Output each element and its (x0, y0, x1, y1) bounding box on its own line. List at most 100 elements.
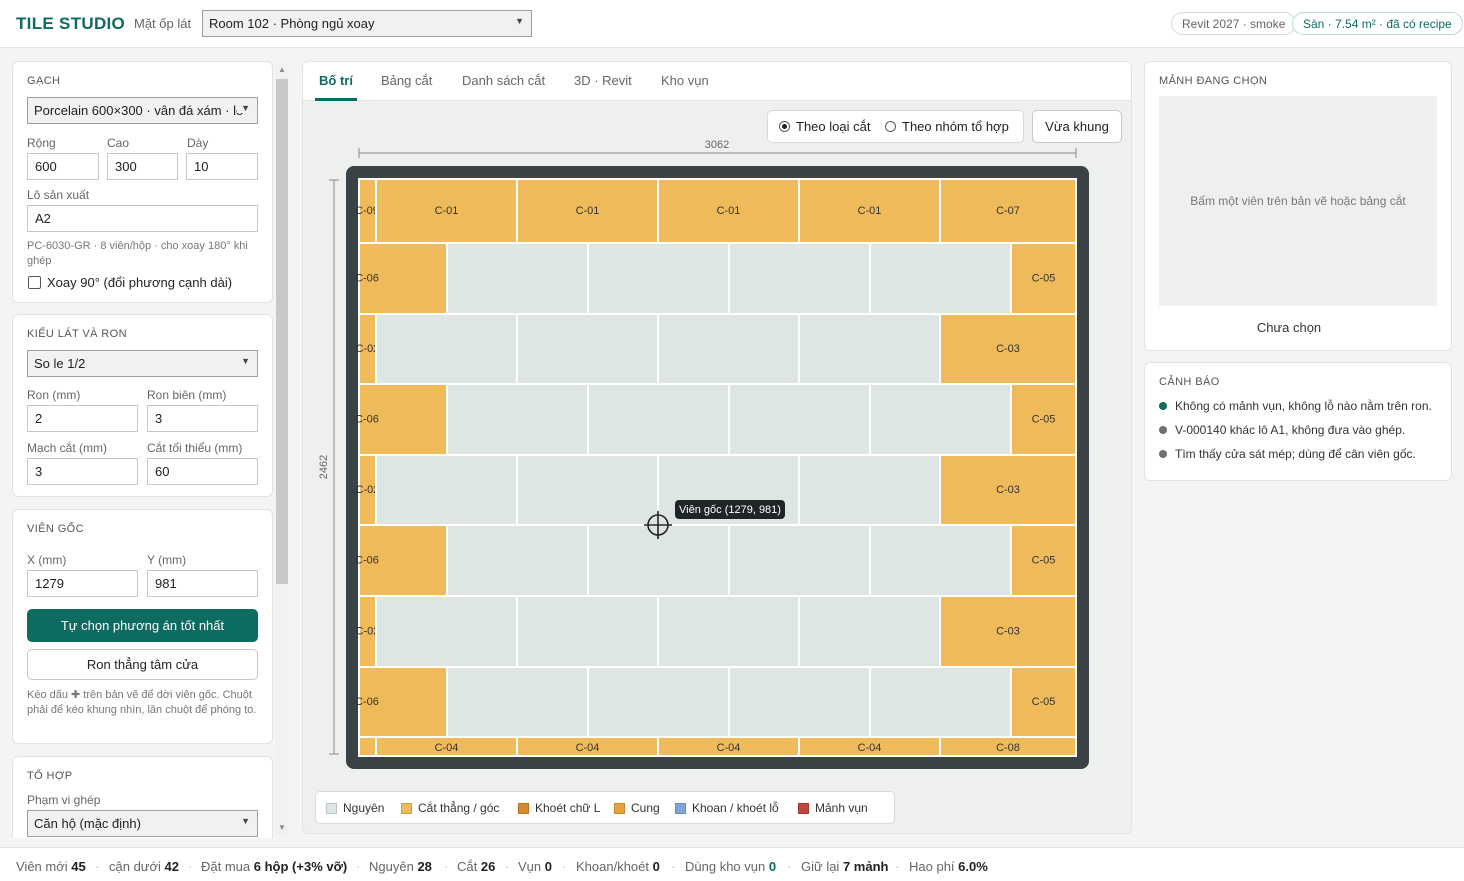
stat-keep: Giữ lại 7 mảnh (801, 859, 889, 874)
lot-input[interactable]: A2 (27, 205, 258, 232)
warning-item: Tìm thấy cửa sát mép; dùng để cân viên g… (1159, 447, 1416, 461)
thick-label: Dày (187, 136, 209, 150)
legend-swatch-full (326, 803, 337, 814)
kerf-input[interactable]: 3 (27, 458, 138, 485)
section-title: VIÊN GỐC (27, 523, 84, 535)
width-label: Rộng (27, 136, 56, 150)
surface-label: Mặt ốp lát (134, 16, 192, 31)
legend-label-scrap: Mảnh vụn (815, 801, 868, 815)
full-tile[interactable] (657, 595, 800, 668)
full-tile[interactable] (375, 454, 518, 526)
full-tile[interactable] (587, 666, 730, 738)
full-tile[interactable] (375, 313, 518, 385)
tile-label: C-03 (996, 484, 1020, 496)
tile-note: PC-6030-GR · 8 viên/hộp · cho xoay 180° … (27, 240, 248, 267)
rotate-checkbox[interactable] (28, 276, 41, 289)
full-tile[interactable] (869, 242, 1012, 315)
pattern-select[interactable]: So le 1/2 ▼ (27, 350, 258, 377)
tile-label: C-01 (435, 205, 459, 217)
cut-tile[interactable] (358, 736, 377, 757)
full-tile[interactable] (516, 595, 659, 668)
tile-label: C-05 (1032, 272, 1056, 284)
legend-swatch-arc (614, 803, 625, 814)
origin-y-input[interactable]: 981 (147, 570, 258, 597)
legend-label-l-cut: Khoét chữ L (535, 801, 601, 815)
status-dot-icon (1159, 426, 1167, 434)
tile-label: C-04 (858, 742, 882, 754)
warning-item: Không có mảnh vụn, không lỗ nào nằm trên… (1159, 399, 1432, 413)
scope-select[interactable]: Căn hộ (mặc định) ▼ (27, 810, 258, 837)
full-tile[interactable] (446, 524, 589, 597)
selected-piece-value: Chưa chọn (1256, 320, 1322, 335)
legend-swatch-drill (675, 803, 686, 814)
stat-stock: Dùng kho vụn 0 (685, 859, 777, 874)
chevron-down-icon: ▼ (515, 16, 524, 26)
left-panel: GẠCH Porcelain 600×300 · vân đá xám · lô… (0, 49, 290, 838)
scroll-thumb[interactable] (276, 79, 288, 584)
full-tile[interactable] (798, 454, 941, 526)
tile-layer[interactable]: C-09 C-01 C-01 C-01 C-01 C-07C-06 C-05C-02 C-03… (355, 178, 1077, 757)
full-tile[interactable] (446, 242, 589, 315)
full-tile[interactable] (728, 524, 871, 597)
tile-label: C-04 (576, 742, 600, 754)
full-tile[interactable] (728, 383, 871, 456)
origin-x-input[interactable]: 1279 (27, 570, 138, 597)
full-tile[interactable] (869, 666, 1012, 738)
full-tile[interactable] (516, 313, 659, 385)
surface-badge: Sàn · 7.54 m² · đã có recipe (1292, 12, 1463, 35)
height-input[interactable]: 300 (107, 153, 178, 180)
tile-card: GẠCH Porcelain 600×300 · vân đá xám · lô… (12, 61, 273, 303)
chevron-down-icon: ▼ (237, 103, 250, 113)
piece-preview: Bấm một viên trên bản vẽ hoặc bảng cắt (1159, 96, 1437, 306)
door-center-button[interactable]: Ron thẳng tâm cửa (27, 649, 258, 680)
pattern-value: So le 1/2 (34, 356, 86, 371)
full-tile[interactable] (446, 383, 589, 456)
scroll-up-icon[interactable]: ▲ (278, 65, 286, 74)
tile-label: C-06 (355, 554, 379, 566)
tile-label: C-05 (1032, 554, 1056, 566)
tile-product-select[interactable]: Porcelain 600×300 · vân đá xám · lô ▼ (27, 97, 258, 124)
stat-scrap: Vụn 0 (518, 859, 552, 874)
tile-label: C-04 (717, 742, 741, 754)
full-tile[interactable] (516, 454, 659, 526)
tile-label: C-01 (576, 205, 600, 217)
full-tile[interactable] (587, 242, 730, 315)
stat-new-tiles: Viên mới 45 (16, 859, 86, 874)
legend: Nguyên Cắt thẳng / góc Khoét chữ L Cung … (315, 791, 895, 824)
full-tile[interactable] (798, 595, 941, 668)
joint-input[interactable]: 2 (27, 405, 138, 432)
tile-label: C-04 (435, 742, 459, 754)
full-tile[interactable] (657, 313, 800, 385)
tile-product-value: Porcelain 600×300 · vân đá xám · lô (34, 103, 244, 118)
full-tile[interactable] (869, 383, 1012, 456)
full-tile[interactable] (728, 666, 871, 738)
scroll-down-icon[interactable]: ▼ (278, 823, 286, 832)
selected-piece-card: MẢNH ĐANG CHỌN Bấm một viên trên bản vẽ … (1144, 61, 1452, 351)
full-tile[interactable] (446, 666, 589, 738)
legend-swatch-l-cut (518, 803, 529, 814)
legend-label-full: Nguyên (343, 801, 385, 815)
stat-order: Đặt mua 6 hộp (+3% vỡ) (201, 859, 348, 874)
tile-label: C-01 (858, 205, 882, 217)
width-input[interactable]: 600 (27, 153, 99, 180)
edge-joint-input[interactable]: 3 (147, 405, 258, 432)
tile-plan-canvas[interactable]: 3062 2462 C-09 C-01 C-01 C-01 C-01 C-07C-06 C-… (303, 62, 1132, 834)
origin-y-label: Y (mm) (147, 553, 187, 567)
full-tile[interactable] (798, 313, 941, 385)
warning-text: Không có mảnh vụn, không lỗ nào nằm trên… (1175, 399, 1432, 413)
full-tile[interactable] (728, 242, 871, 315)
left-scrollbar[interactable]: ▲ ▼ (275, 63, 289, 835)
edge-joint-label: Ron biên (mm) (147, 388, 227, 402)
room-select[interactable]: Room 102 · Phòng ngủ xoay ▼ (202, 10, 532, 37)
auto-best-button[interactable]: Tự chọn phương án tốt nhất (27, 609, 258, 642)
legend-label-straight-cut: Cắt thẳng / góc (418, 801, 500, 815)
full-tile[interactable] (375, 595, 518, 668)
full-tile[interactable] (869, 524, 1012, 597)
full-tile[interactable] (587, 383, 730, 456)
thick-input[interactable]: 10 (186, 153, 258, 180)
min-cut-input[interactable]: 60 (147, 458, 258, 485)
status-dot-icon (1159, 450, 1167, 458)
joint-label: Ron (mm) (27, 388, 81, 402)
kerf-label: Mạch cắt (mm) (27, 441, 108, 455)
layout-workspace: Bố trí Bảng cắt Danh sách cắt 3D · Revit… (302, 61, 1132, 834)
